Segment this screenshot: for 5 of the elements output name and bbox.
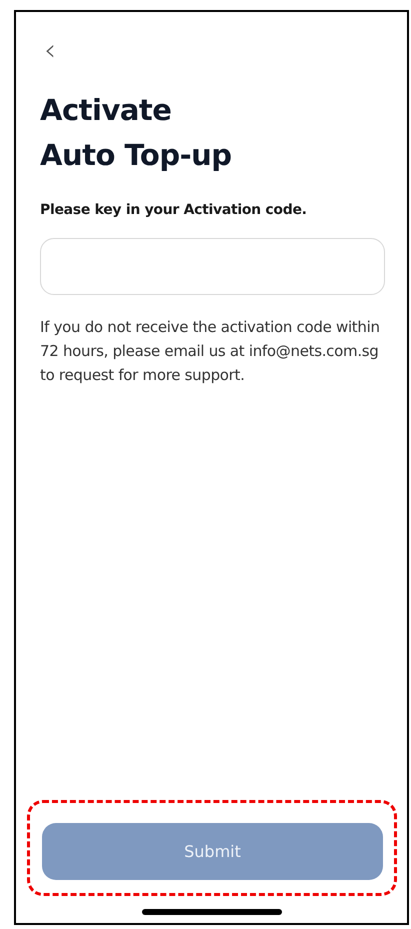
page-title: Activate Auto Top-up [40, 92, 233, 174]
back-button[interactable]: ‹ [40, 36, 60, 66]
field-label: Please key in your Activation code. [40, 202, 308, 218]
help-text: If you do not receive the activation code within 72 hours, please email us at info@nets.com.sg to request for more support. [40, 317, 381, 386]
activation-code-field[interactable] [40, 238, 385, 295]
